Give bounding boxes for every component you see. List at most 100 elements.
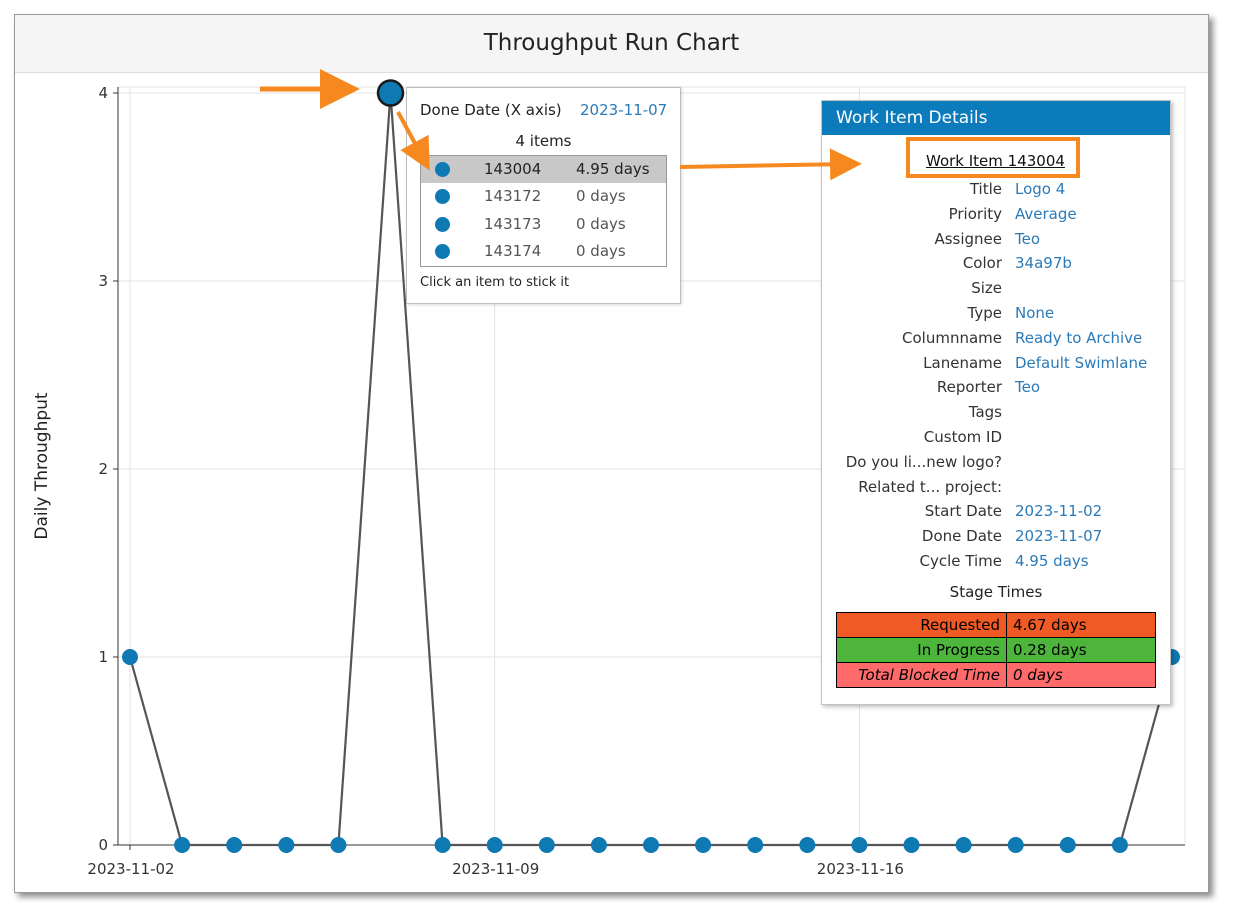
- tooltip-item-count: 4 items: [515, 132, 572, 150]
- data-point: [1059, 837, 1076, 853]
- detail-field-key: Color: [962, 254, 1002, 273]
- detail-field-value: 2023-11-02: [1015, 502, 1103, 521]
- detail-field-key: Reporter: [936, 378, 1002, 397]
- detail-field-row: Type None: [822, 304, 1170, 328]
- data-point: [278, 837, 295, 853]
- detail-field-key: Columnname: [902, 328, 1002, 347]
- detail-field-key: Priority: [948, 204, 1002, 223]
- stage-row-in-progress: In Progress 0.28 days: [836, 637, 1156, 663]
- tooltip-item-days: 0 days: [576, 215, 626, 233]
- tooltip-item-row[interactable]: 143174 0 days: [421, 238, 666, 265]
- detail-field-value: Average: [1015, 204, 1077, 223]
- detail-field-key: Do you li...new logo?: [845, 452, 1002, 471]
- detail-field-row: Lanename Default Swimlane: [822, 354, 1170, 378]
- y-tick-label: 1: [98, 648, 108, 666]
- stage-times-title: Stage Times: [949, 583, 1043, 601]
- detail-field-row: Title Logo 4: [822, 180, 1170, 204]
- stage-name: Total Blocked Time: [836, 662, 1007, 688]
- detail-field-key: Tags: [968, 403, 1002, 422]
- data-point: [590, 837, 607, 853]
- detail-field-key: Related t... project:: [858, 477, 1002, 496]
- detail-field-key: Lanename: [923, 353, 1002, 372]
- tooltip-item-row[interactable]: 143173 0 days: [421, 211, 666, 238]
- stage-row-total-blocked: Total Blocked Time 0 days: [836, 662, 1156, 688]
- item-dot-icon: [435, 162, 450, 177]
- data-point: [903, 837, 920, 853]
- tooltip-item-row[interactable]: 143004 4.95 days: [421, 156, 666, 183]
- y-tick-label: 3: [98, 272, 108, 290]
- stage-value: 0 days: [1006, 662, 1156, 688]
- data-point: [799, 837, 816, 853]
- detail-field-value: Teo: [1015, 229, 1041, 248]
- data-point: [955, 837, 972, 853]
- detail-field-row: Start Date 2023-11-02: [822, 502, 1170, 526]
- tooltip-item-list: 143004 4.95 days 143172 0 days 143173 0 …: [420, 155, 667, 267]
- detail-field-key: Type: [967, 304, 1002, 322]
- tooltip-item-days: 0 days: [576, 187, 626, 205]
- item-dot-icon: [435, 189, 450, 204]
- detail-field-row: Tags: [822, 403, 1170, 427]
- detail-field-row: Related t... project:: [822, 478, 1170, 502]
- detail-field-value: 34a97b: [1015, 254, 1072, 273]
- tooltip-header-value: 2023-11-07: [580, 101, 668, 119]
- detail-field-value: 2023-11-07: [1015, 527, 1103, 546]
- stage-value: 4.67 days: [1006, 612, 1156, 638]
- tooltip-item-row[interactable]: 143172 0 days: [421, 183, 666, 210]
- tooltip-footer-hint: Click an item to stick it: [420, 275, 570, 290]
- data-point: [122, 649, 138, 665]
- data-point: [226, 837, 243, 853]
- detail-field-key: Custom ID: [923, 428, 1002, 446]
- detail-field-key: Start Date: [924, 502, 1002, 521]
- tooltip-header-label: Done Date (X axis): [420, 101, 562, 119]
- tooltip-item-id: 143172: [484, 187, 542, 205]
- data-point: [695, 837, 712, 853]
- x-tick-label: 2023-11-09: [452, 860, 539, 878]
- detail-field-row: Reporter Teo: [822, 378, 1170, 402]
- item-dot-icon: [435, 217, 450, 232]
- details-header: Work Item Details: [822, 101, 1170, 135]
- y-axis-label: Daily Throughput: [32, 392, 52, 539]
- detail-field-row: Size: [822, 279, 1170, 303]
- data-point: [1007, 837, 1024, 853]
- detail-field-value: None: [1015, 304, 1055, 322]
- data-point: [1111, 837, 1128, 853]
- tooltip-item-id: 143174: [484, 242, 542, 260]
- tooltip-item-id: 143004: [484, 160, 542, 178]
- detail-field-row: Columnname Ready to Archive: [822, 329, 1170, 353]
- work-item-details-panel: Work Item Details Work Item 143004 Title…: [821, 100, 1171, 705]
- y-tick-label: 0: [98, 836, 108, 854]
- detail-field-key: Title: [969, 180, 1002, 198]
- detail-field-key: Size: [971, 279, 1002, 298]
- x-tick-label: 2023-11-02: [87, 860, 174, 878]
- detail-field-row: Assignee Teo: [822, 230, 1170, 254]
- tooltip-item-days: 4.95 days: [576, 160, 650, 178]
- y-tick-label: 2: [98, 460, 108, 478]
- tooltip-item-id: 143173: [484, 215, 542, 233]
- detail-field-row: Custom ID: [822, 428, 1170, 452]
- data-point: [434, 837, 451, 853]
- data-point: [643, 837, 659, 853]
- detail-field-value: Ready to Archive: [1015, 328, 1143, 347]
- detail-field-key: Assignee: [934, 229, 1002, 248]
- detail-field-value: Default Swimlane: [1015, 353, 1148, 372]
- data-point: [174, 837, 191, 853]
- detail-field-row: Done Date 2023-11-07: [822, 527, 1170, 551]
- stage-times-table: Requested 4.67 days In Progress 0.28 day…: [836, 612, 1156, 688]
- y-tick-label: 4: [98, 84, 108, 102]
- highlight-box: [906, 137, 1080, 178]
- highlighted-data-point: [376, 79, 405, 107]
- detail-field-row: Priority Average: [822, 205, 1170, 229]
- detail-field-value: Teo: [1015, 378, 1041, 397]
- details-title: Work Item Details: [836, 108, 988, 128]
- detail-field-row: Do you li...new logo?: [822, 453, 1170, 477]
- item-dot-icon: [435, 244, 450, 259]
- detail-field-key: Cycle Time: [919, 552, 1002, 570]
- detail-field-row: Color 34a97b: [822, 254, 1170, 278]
- stage-name: Requested: [836, 612, 1007, 638]
- stage-value: 0.28 days: [1006, 637, 1156, 663]
- x-tick-label: 2023-11-16: [817, 860, 904, 878]
- stage-name: In Progress: [836, 637, 1007, 663]
- data-point: [851, 837, 868, 853]
- point-tooltip: Done Date (X axis) 2023-11-07 4 items 14…: [406, 87, 681, 304]
- data-point: [538, 837, 555, 853]
